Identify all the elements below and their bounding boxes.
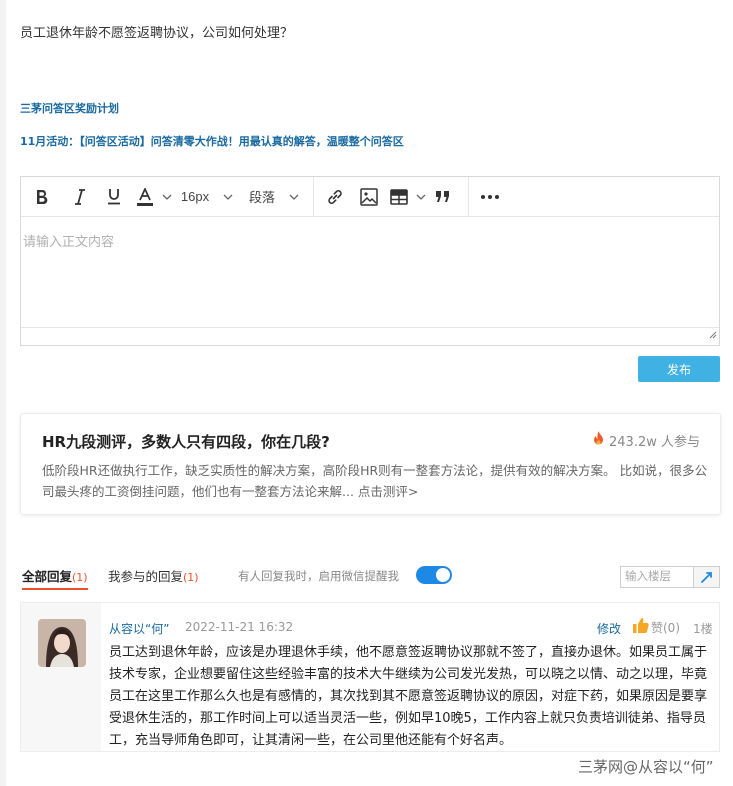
tab-all-replies[interactable]: 全部回复(1) <box>22 566 88 590</box>
floor-jump <box>620 566 720 588</box>
reply-tabs: 全部回复(1) 我参与的回复(1) 有人回复我时，启用微信提醒我 <box>20 566 720 590</box>
promo-participants: 243.2w 人参与 <box>592 431 700 450</box>
promo-title[interactable]: HR九段测评，多数人只有四段，你在几段? <box>42 431 330 452</box>
question-title: 员工退休年龄不愿签返聘协议，公司如何处理？ <box>20 26 294 41</box>
resize-handle-icon[interactable] <box>708 324 717 343</box>
font-size-value: 16px <box>180 189 210 204</box>
thumbs-up-icon <box>633 618 649 636</box>
more-icon[interactable] <box>469 177 511 217</box>
reply-floor-number: 1楼 <box>693 622 713 636</box>
floor-input[interactable] <box>621 567 693 587</box>
watermark: 三茅网@从容以“何” <box>578 758 714 776</box>
reply-avatar-column <box>21 603 101 751</box>
paragraph-select[interactable]: 段落 <box>241 177 283 217</box>
editor-content-area[interactable]: 请输入正文内容 <box>21 217 719 327</box>
font-size-select[interactable]: 16px <box>175 177 215 217</box>
like-button[interactable]: 赞(0) <box>633 618 680 636</box>
editor-footer <box>21 327 719 345</box>
wechat-notify-label: 有人回复我时，启用微信提醒我 <box>238 569 399 583</box>
edit-reply-link[interactable]: 修改 <box>597 620 621 637</box>
reply-timestamp: 2022-11-21 16:32 <box>185 620 294 634</box>
underline-icon[interactable] <box>97 177 131 217</box>
table-icon[interactable] <box>382 177 416 217</box>
image-icon[interactable] <box>356 177 382 217</box>
chevron-down-icon[interactable] <box>215 177 241 217</box>
quote-icon[interactable] <box>426 177 460 217</box>
toggle-knob <box>436 568 450 582</box>
italic-icon[interactable] <box>63 177 97 217</box>
jump-icon[interactable] <box>693 567 719 587</box>
chevron-down-icon[interactable] <box>416 177 426 217</box>
bold-icon[interactable] <box>21 177 63 217</box>
wechat-notify-toggle[interactable] <box>416 566 452 584</box>
editor-toolbar: 16px 段落 <box>21 176 719 217</box>
left-gutter <box>0 0 6 786</box>
chevron-down-icon[interactable] <box>283 177 305 217</box>
chevron-down-icon[interactable] <box>159 177 175 217</box>
fire-icon <box>592 431 605 450</box>
reply-item: 从容以“何” 2022-11-21 16:32 修改 赞(0) 1楼 员工达到退… <box>20 602 720 752</box>
rich-text-editor: 16px 段落 请输入正文内容 <box>20 176 720 346</box>
link-icon[interactable] <box>314 177 356 217</box>
reply-content: 员工达到退休年龄，应该是办理退休手续，他不愿意签返聘协议那就不签了，直接办退休。… <box>109 645 708 748</box>
editor-placeholder: 请输入正文内容 <box>23 235 115 250</box>
tab-mine-label: 我参与的回复 <box>108 569 184 584</box>
publish-button[interactable]: 发布 <box>638 356 720 382</box>
promo-description[interactable]: 低阶段HR还做执行工作，缺乏实质性的解决方案，高阶段HR则有一整套方法论，提供有… <box>42 460 718 502</box>
like-count: 赞(0) <box>651 620 680 635</box>
font-color-icon[interactable] <box>131 177 159 217</box>
tab-my-replies[interactable]: 我参与的回复(1) <box>108 566 199 585</box>
assessment-promo-card[interactable]: HR九段测评，多数人只有四段，你在几段? 243.2w 人参与 低阶段HR还做执… <box>20 413 721 515</box>
reward-plan-link[interactable]: 三茅问答区奖励计划 <box>20 100 119 116</box>
tab-all-count: (1) <box>72 571 88 584</box>
promo-participants-text: 243.2w 人参与 <box>609 435 700 450</box>
paragraph-value: 段落 <box>248 190 275 205</box>
avatar[interactable] <box>38 619 86 667</box>
reply-username[interactable]: 从容以“何” <box>109 620 169 637</box>
tab-all-label: 全部回复 <box>22 569 73 584</box>
activity-link[interactable]: 11月活动：【问答区活动】问答清零大作战！用最认真的解答，温暖整个问答区 <box>20 133 404 149</box>
tab-mine-count: (1) <box>183 571 199 584</box>
